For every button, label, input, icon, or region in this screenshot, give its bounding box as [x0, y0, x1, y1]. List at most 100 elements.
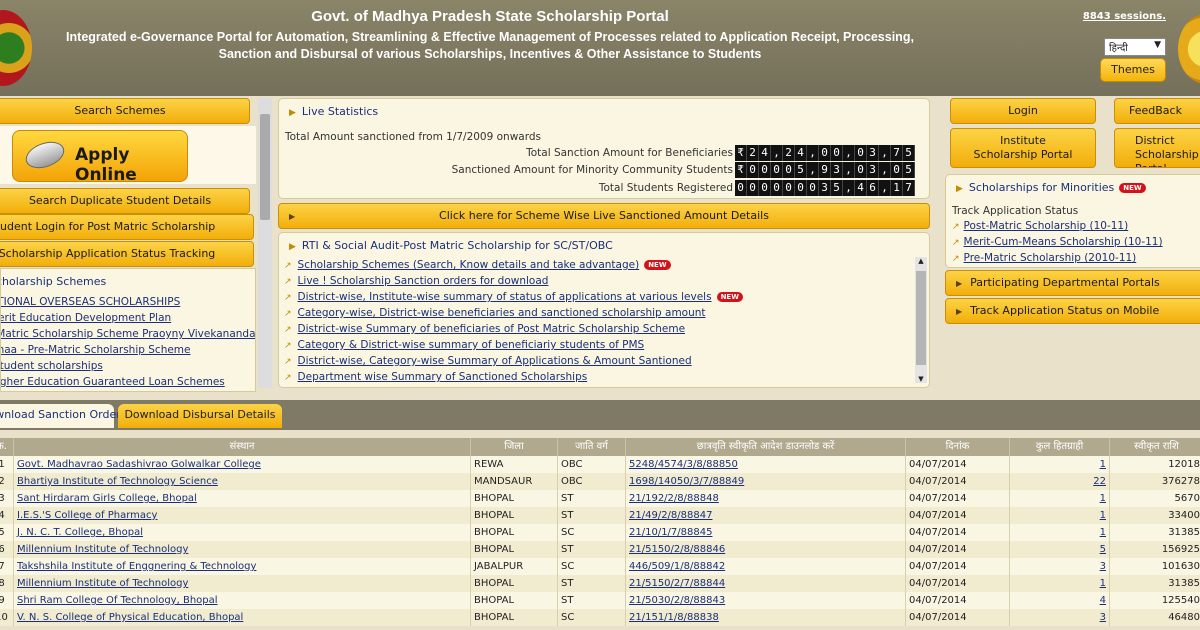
scheme-link[interactable]: Merit Education Development Plan [1, 310, 255, 326]
table-cell[interactable]: 1 [1010, 575, 1110, 592]
left-panel-scrollbar[interactable] [258, 98, 272, 388]
institute-link[interactable]: Sant Hirdaram Girls College, Bhopal [17, 493, 197, 504]
table-cell[interactable]: 3 [1010, 609, 1110, 626]
rti-link-item[interactable]: ↗ Category & District-wise summary of ben… [284, 339, 644, 351]
sanction-order-link[interactable]: 21/192/2/8/88848 [629, 493, 719, 504]
table-cell[interactable]: 21/5030/2/8/88843 [626, 592, 906, 609]
rti-link-text[interactable]: Category-wise, District-wise beneficiari… [298, 307, 706, 319]
table-cell[interactable]: Govt. Madhavrao Sadashivrao Golwalkar Co… [14, 456, 471, 473]
table-cell[interactable]: 3 [1010, 558, 1110, 575]
sanction-order-link[interactable]: 446/509/1/8/88842 [629, 561, 725, 572]
minority-link[interactable]: ↗ Merit-Cum-Means Scholarship (10-11) [952, 236, 1163, 248]
table-cell[interactable]: 1 [1010, 490, 1110, 507]
table-cell[interactable]: 21/151/1/8/88838 [626, 609, 906, 626]
sanction-order-link[interactable]: 21/49/2/8/88847 [629, 510, 712, 521]
scrollbar-thumb[interactable] [260, 114, 270, 220]
search-schemes-button[interactable]: Search Schemes [0, 98, 250, 124]
tab-download-disbursal[interactable]: Download Disbursal Details [118, 404, 282, 428]
table-cell[interactable]: Millennium Institute of Technology [14, 541, 471, 558]
table-cell[interactable]: 21/5150/2/7/88844 [626, 575, 906, 592]
rti-link-text[interactable]: Scholarship Schemes (Search, Know detail… [298, 259, 640, 271]
table-cell[interactable]: 446/509/1/8/88842 [626, 558, 906, 575]
scheme-link[interactable]: Higher Education Guaranteed Loan Schemes [1, 374, 255, 390]
table-cell[interactable]: Takshshila Institute of Enggnering & Tec… [14, 558, 471, 575]
beneficiary-count-link[interactable]: 3 [1100, 561, 1106, 572]
beneficiary-count-link[interactable]: 4 [1100, 595, 1106, 606]
beneficiary-count-link[interactable]: 3 [1100, 612, 1106, 623]
login-button[interactable]: Login [950, 98, 1096, 124]
beneficiary-count-link[interactable]: 1 [1100, 493, 1106, 504]
track-mobile-button[interactable]: ▶ Track Application Status on Mobile [945, 298, 1200, 324]
scroll-up-icon[interactable]: ▲ [915, 257, 927, 265]
table-cell[interactable]: 21/192/2/8/88848 [626, 490, 906, 507]
beneficiary-count-link[interactable]: 1 [1100, 578, 1106, 589]
table-cell[interactable]: 1 [1010, 524, 1110, 541]
rti-link-text[interactable]: Category & District-wise summary of bene… [298, 339, 645, 351]
sessions-count-link[interactable]: 8843 sessions. [1083, 11, 1166, 22]
table-cell[interactable]: I.E.S.'S College of Pharmacy [14, 507, 471, 524]
beneficiary-count-link[interactable]: 1 [1100, 527, 1106, 538]
minority-link[interactable]: ↗ Post-Matric Scholarship (10-11) [952, 220, 1128, 232]
table-cell[interactable]: Sant Hirdaram Girls College, Bhopal [14, 490, 471, 507]
themes-button[interactable]: Themes [1100, 58, 1166, 82]
sanction-order-link[interactable]: 21/5150/2/8/88846 [629, 544, 725, 555]
table-cell[interactable]: V. N. S. College of Physical Education, … [14, 609, 471, 626]
institute-link[interactable]: J. N. C. T. College, Bhopal [17, 527, 143, 538]
rti-link-item[interactable]: ↗ Category-wise, District-wise beneficiar… [284, 307, 706, 319]
table-cell[interactable]: Millennium Institute of Technology [14, 575, 471, 592]
search-duplicate-button[interactable]: Search Duplicate Student Details [0, 188, 250, 214]
rti-link-item[interactable]: ↗ District-wise, Institute-wise summary o… [284, 291, 743, 303]
rti-link-text[interactable]: District-wise, Institute-wise summary of… [298, 291, 712, 303]
table-cell[interactable]: 1 [1010, 507, 1110, 524]
student-login-button[interactable]: Student Login for Post Matric Scholarshi… [0, 214, 254, 240]
table-cell[interactable]: 4 [1010, 592, 1110, 609]
sanction-order-link[interactable]: 21/5030/2/8/88843 [629, 595, 725, 606]
institute-link[interactable]: V. N. S. College of Physical Education, … [17, 612, 243, 623]
status-tracking-button[interactable]: Scholarship Application Status Tracking [0, 241, 254, 267]
table-cell[interactable]: 1 [1010, 456, 1110, 473]
table-cell[interactable]: J. N. C. T. College, Bhopal [14, 524, 471, 541]
sanction-order-link[interactable]: 21/10/1/7/88845 [629, 527, 712, 538]
language-select[interactable]: हिन्दी ▼ [1104, 38, 1166, 56]
institute-link[interactable]: Millennium Institute of Technology [17, 544, 188, 555]
scheme-wise-details-button[interactable]: ▶ Click here for Scheme Wise Live Sancti… [278, 203, 930, 229]
sanction-order-link[interactable]: 21/151/1/8/88838 [629, 612, 719, 623]
sanction-order-link[interactable]: 1698/14050/3/7/88849 [629, 476, 744, 487]
institute-link[interactable]: I.E.S.'S College of Pharmacy [17, 510, 157, 521]
beneficiary-count-link[interactable]: 1 [1100, 510, 1106, 521]
scheme-link[interactable]: Pratibhaa - Pre-Matric Scholarship Schem… [1, 342, 255, 358]
district-portal-button[interactable]: District Scholarship Portal [1114, 128, 1200, 168]
institute-link[interactable]: Takshshila Institute of Enggnering & Tec… [17, 561, 256, 572]
apply-online-button[interactable]: Apply Online [12, 130, 188, 185]
table-cell[interactable]: Bhartiya Institute of Technology Science [14, 473, 471, 490]
beneficiary-count-link[interactable]: 1 [1100, 459, 1106, 470]
table-cell[interactable]: 1698/14050/3/7/88849 [626, 473, 906, 490]
sanction-order-link[interactable]: 5248/4574/3/8/88850 [629, 459, 738, 470]
table-cell[interactable]: 5248/4574/3/8/88850 [626, 456, 906, 473]
institute-link[interactable]: Bhartiya Institute of Technology Science [17, 476, 218, 487]
table-cell[interactable]: 5 [1010, 541, 1110, 558]
rti-scrollbar[interactable]: ▲ ▼ [915, 257, 927, 383]
table-cell[interactable]: 21/10/1/7/88845 [626, 524, 906, 541]
rti-link-text[interactable]: District-wise Summary of beneficiaries o… [298, 323, 686, 335]
rti-link-text[interactable]: Department wise Summary of Sanctioned Sc… [298, 371, 588, 383]
rti-link-item[interactable]: ↗ Scholarship Schemes (Search, Know detai… [284, 259, 671, 271]
beneficiary-count-link[interactable]: 22 [1093, 476, 1106, 487]
tab-download-sanction[interactable]: Download Sanction Order [0, 404, 121, 428]
table-cell[interactable]: 22 [1010, 473, 1110, 490]
participating-portals-button[interactable]: ▶ Participating Departmental Portals [945, 270, 1200, 296]
scrollbar-thumb[interactable] [916, 271, 926, 365]
feedback-button[interactable]: FeedBack [1114, 98, 1200, 124]
institute-link[interactable]: Millennium Institute of Technology [17, 578, 188, 589]
rti-link-item[interactable]: ↗ District-wise, Category-wise Summary of… [284, 355, 692, 367]
scroll-down-icon[interactable]: ▼ [915, 375, 927, 383]
rti-link-item[interactable]: ↗ Live ! Scholarship Sanction orders for … [284, 275, 548, 287]
scheme-link[interactable]: Student scholarships [1, 358, 255, 374]
rti-link-text[interactable]: Live ! Scholarship Sanction orders for d… [298, 275, 549, 287]
sanction-order-link[interactable]: 21/5150/2/7/88844 [629, 578, 725, 589]
table-cell[interactable]: Shri Ram College Of Technology, Bhopal [14, 592, 471, 609]
table-cell[interactable]: 21/5150/2/8/88846 [626, 541, 906, 558]
rti-link-item[interactable]: ↗ District-wise Summary of beneficiaries … [284, 323, 685, 335]
minority-link[interactable]: ↗ Pre-Matric Scholarship (2010-11) [952, 252, 1136, 264]
rti-link-item[interactable]: ↗ Department wise Summary of Sanctioned S… [284, 371, 587, 383]
